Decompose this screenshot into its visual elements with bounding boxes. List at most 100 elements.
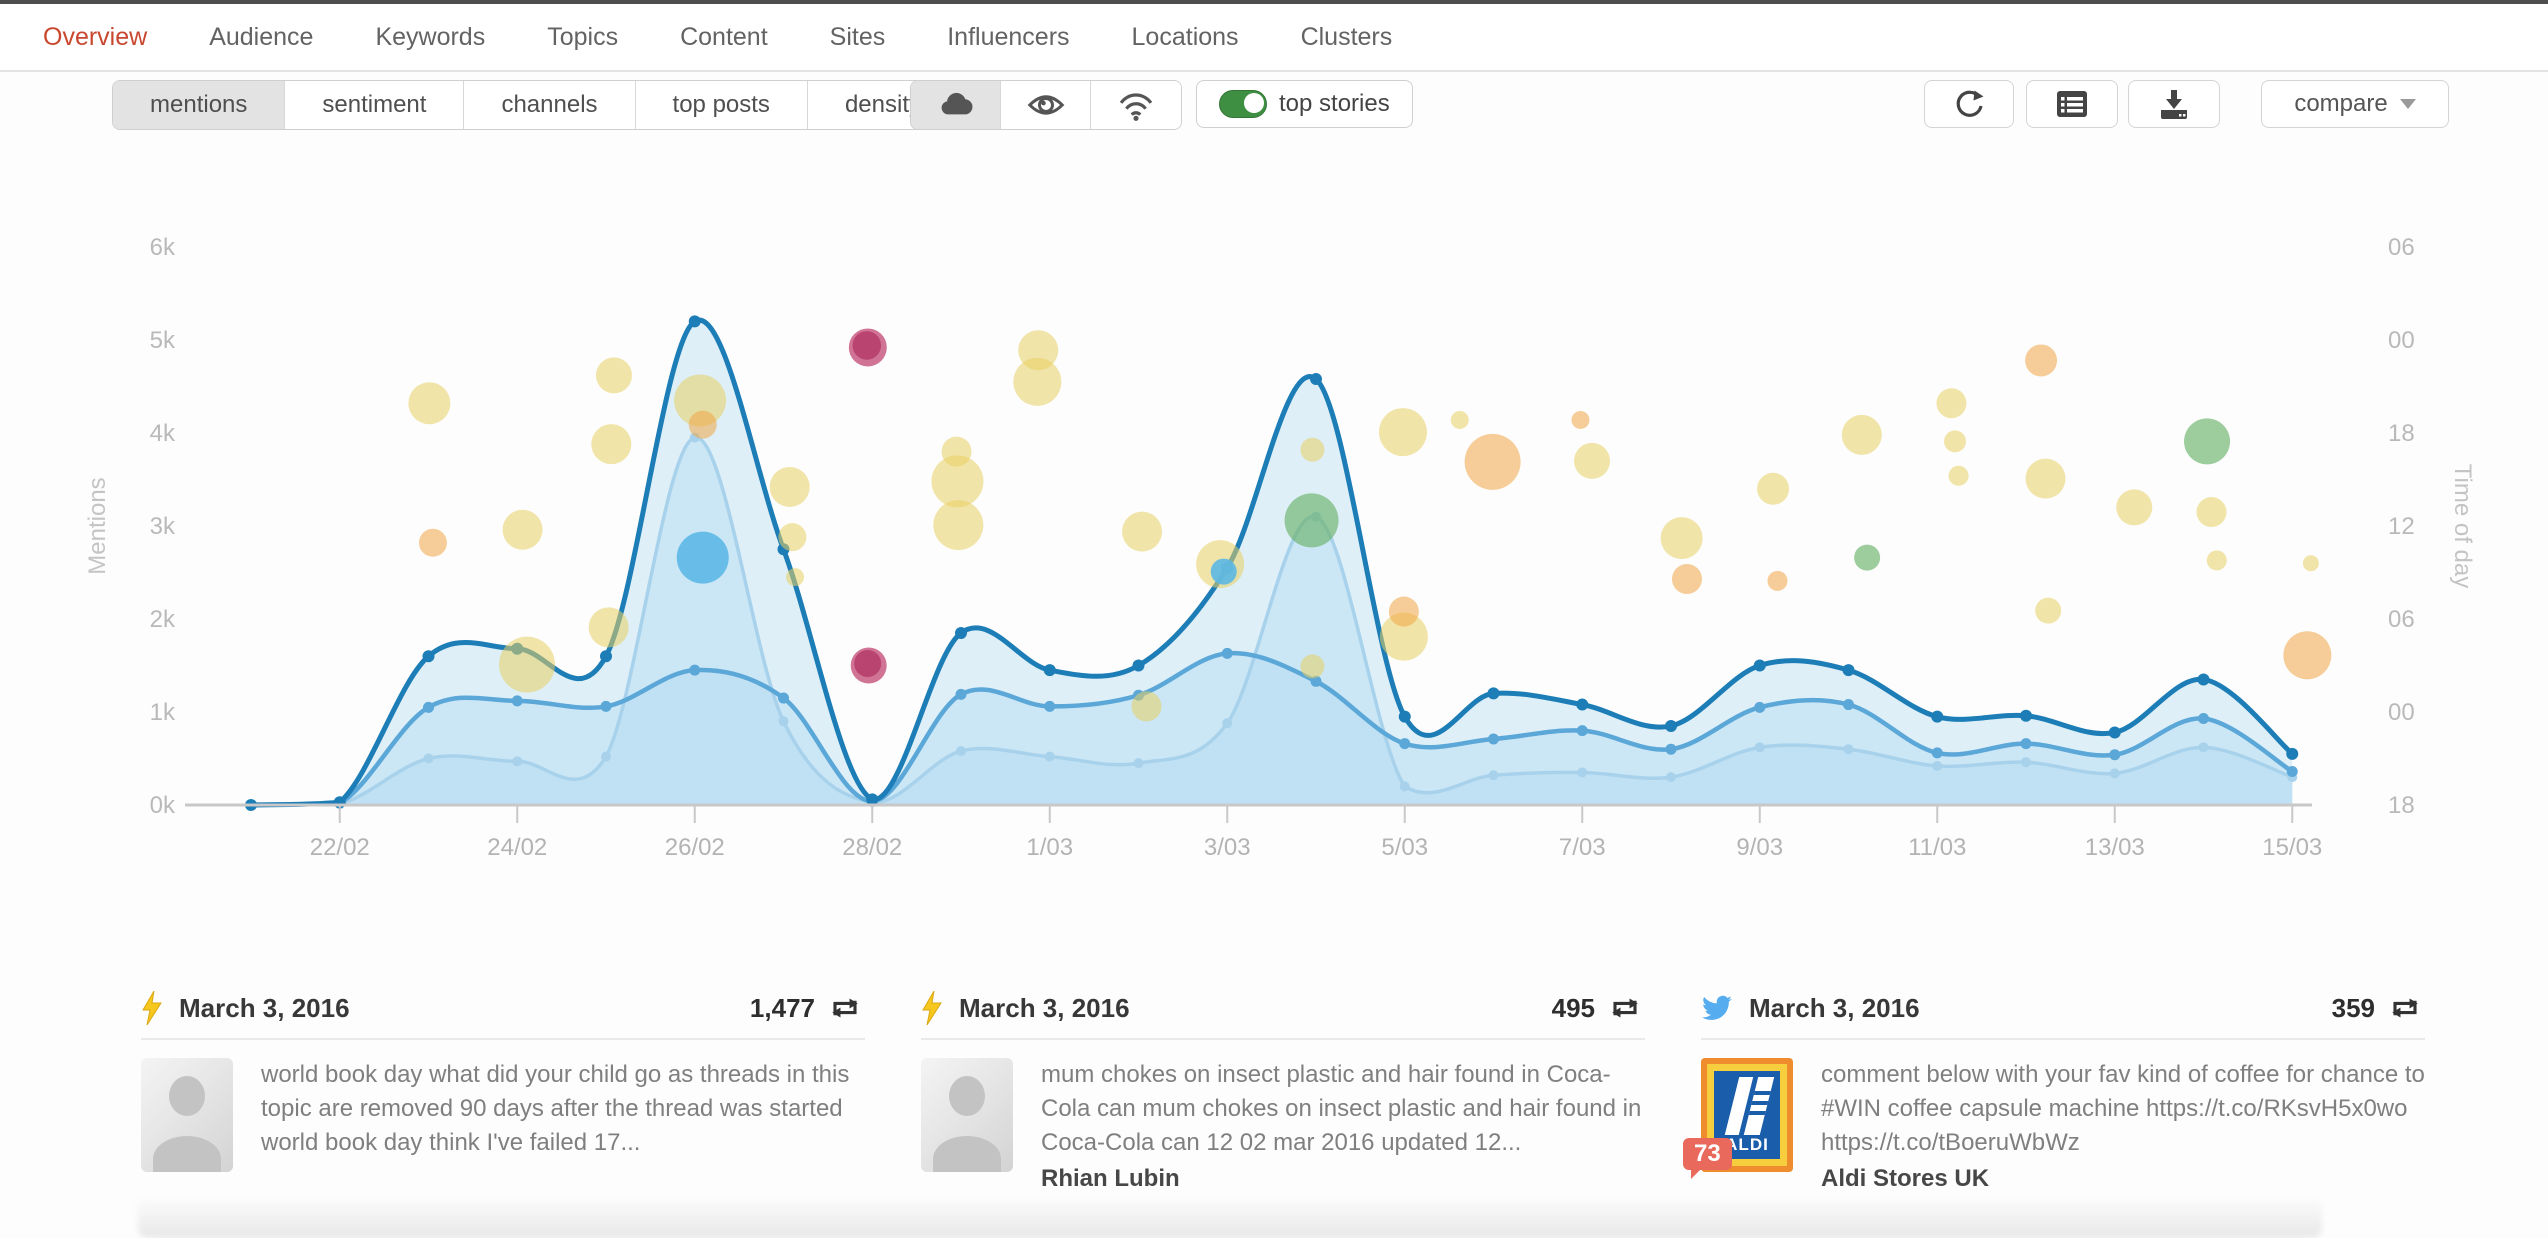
avatar xyxy=(141,1058,233,1172)
story-bubble[interactable] xyxy=(1013,358,1061,406)
y-right-tick-label: 06 xyxy=(2388,606,2415,633)
story-author: Aldi Stores UK xyxy=(1821,1162,2425,1196)
tab-top-posts[interactable]: top posts xyxy=(636,81,808,129)
x-tick-label: 3/03 xyxy=(1204,834,1251,861)
story-bubble[interactable] xyxy=(1672,564,1702,594)
story-bubble[interactable] xyxy=(2116,489,2152,525)
download-button[interactable] xyxy=(2128,80,2220,128)
nav-item-sites[interactable]: Sites xyxy=(799,23,917,52)
story-bubble[interactable] xyxy=(778,523,806,551)
x-tick-label: 1/03 xyxy=(1026,834,1073,861)
cloud-mode-button[interactable] xyxy=(911,81,1001,129)
x-tick-label: 5/03 xyxy=(1381,834,1428,861)
bolt-icon xyxy=(141,991,163,1025)
story-bubble[interactable] xyxy=(2184,418,2230,464)
retweet-icon xyxy=(1605,994,1645,1022)
top-stories-label: top stories xyxy=(1279,90,1390,118)
story-bubble[interactable] xyxy=(2207,550,2227,570)
top-stories-toggle-button[interactable]: top stories xyxy=(1196,80,1413,128)
story-bubble[interactable] xyxy=(591,424,631,464)
y-right-tick-label: 12 xyxy=(2388,513,2415,540)
story-bubble[interactable] xyxy=(1574,443,1610,479)
nav-item-content[interactable]: Content xyxy=(649,23,799,52)
cloud-icon xyxy=(938,90,974,120)
refresh-icon xyxy=(1952,87,1986,121)
story-bubble[interactable] xyxy=(2025,344,2057,376)
story-bubble[interactable] xyxy=(1285,493,1339,547)
nav-item-keywords[interactable]: Keywords xyxy=(344,23,516,52)
story-bubble[interactable] xyxy=(408,382,450,424)
retweet-icon xyxy=(2385,994,2425,1022)
story-bubble[interactable] xyxy=(933,500,983,550)
story-bubble[interactable] xyxy=(1300,654,1324,678)
nav-item-influencers[interactable]: Influencers xyxy=(916,23,1100,52)
nav-item-audience[interactable]: Audience xyxy=(178,23,344,52)
bolt-icon xyxy=(921,991,943,1025)
story-bubble[interactable] xyxy=(931,455,983,507)
nav-item-locations[interactable]: Locations xyxy=(1101,23,1270,52)
story-bubble[interactable] xyxy=(1131,691,1161,721)
y-right-tick-label: 18 xyxy=(2388,420,2415,447)
story-bubble[interactable] xyxy=(1571,411,1589,429)
story-bubble[interactable] xyxy=(689,411,717,439)
top-story-card[interactable]: March 3, 2016 359 ALDI 73 comment below … xyxy=(1701,988,2425,1220)
story-bubble[interactable] xyxy=(1389,597,1419,627)
story-bubble[interactable] xyxy=(596,357,632,393)
x-tick-label: 9/03 xyxy=(1736,834,1783,861)
story-bubble[interactable] xyxy=(2283,631,2331,679)
story-bubble[interactable] xyxy=(1451,411,1469,429)
story-bubble[interactable] xyxy=(1465,434,1521,490)
nav-item-topics[interactable]: Topics xyxy=(516,23,649,52)
story-bubble[interactable] xyxy=(786,568,804,586)
twitter-icon xyxy=(1701,994,1733,1022)
nav-item-clusters[interactable]: Clusters xyxy=(1270,23,1424,52)
story-bubble[interactable] xyxy=(499,637,555,693)
story-text: comment below with your fav kind of coff… xyxy=(1821,1058,2425,1160)
refresh-button[interactable] xyxy=(1924,80,2014,128)
story-bubble[interactable] xyxy=(677,532,729,584)
story-bubble[interactable] xyxy=(2026,459,2066,499)
story-bubble[interactable] xyxy=(419,529,447,557)
tab-sentiment[interactable]: sentiment xyxy=(285,81,464,129)
story-bubble[interactable] xyxy=(1379,408,1427,456)
mentions-timeline-chart[interactable]: 22/0224/0226/0228/021/033/035/037/039/03… xyxy=(0,150,2548,890)
story-bubble[interactable] xyxy=(1661,517,1703,559)
avatar xyxy=(921,1058,1013,1172)
table-icon xyxy=(2055,89,2089,119)
story-bubble[interactable] xyxy=(1842,415,1882,455)
story-bubble[interactable] xyxy=(1949,466,1969,486)
story-bubble[interactable] xyxy=(1211,559,1237,585)
top-story-card[interactable]: March 3, 2016 495 mum chokes on insect p… xyxy=(921,988,1645,1220)
story-bubble[interactable] xyxy=(770,467,810,507)
story-bubble[interactable] xyxy=(2303,555,2319,571)
story-bubble[interactable] xyxy=(1768,571,1788,591)
view-tab-group: mentionssentimentchannelstop postsdensit… xyxy=(112,80,959,130)
story-bubble[interactable] xyxy=(1300,438,1324,462)
y-left-tick-label: 1k xyxy=(150,699,176,726)
tab-mentions[interactable]: mentions xyxy=(113,81,285,129)
story-bubble[interactable] xyxy=(1936,388,1966,418)
story-bubble[interactable] xyxy=(1854,545,1880,571)
compare-label: compare xyxy=(2294,90,2387,118)
eye-mode-button[interactable] xyxy=(1001,81,1091,129)
story-bubble[interactable] xyxy=(1757,473,1789,505)
story-bubble[interactable] xyxy=(2196,497,2226,527)
x-tick-label: 28/02 xyxy=(842,834,902,861)
y-left-tick-label: 4k xyxy=(150,420,176,447)
y-left-tick-label: 3k xyxy=(150,513,176,540)
toggle-on-icon[interactable] xyxy=(1219,90,1267,118)
story-bubble[interactable] xyxy=(1122,512,1162,552)
story-bubble[interactable] xyxy=(503,510,543,550)
nav-item-overview[interactable]: Overview xyxy=(12,23,178,52)
compare-button[interactable]: compare xyxy=(2261,80,2449,128)
table-view-button[interactable] xyxy=(2026,80,2118,128)
wifi-mode-button[interactable] xyxy=(1091,81,1181,129)
story-bubble[interactable] xyxy=(1944,430,1966,452)
x-tick-label: 11/03 xyxy=(1908,834,1966,861)
story-bubble[interactable] xyxy=(2035,598,2061,624)
y-right-tick-label: 00 xyxy=(2388,699,2415,726)
chart-toolbar: mentionssentimentchannelstop postsdensit… xyxy=(0,74,2548,138)
story-bubble[interactable] xyxy=(589,607,629,647)
tab-channels[interactable]: channels xyxy=(464,81,635,129)
top-story-card[interactable]: March 3, 2016 1,477 world book day what … xyxy=(141,988,865,1220)
